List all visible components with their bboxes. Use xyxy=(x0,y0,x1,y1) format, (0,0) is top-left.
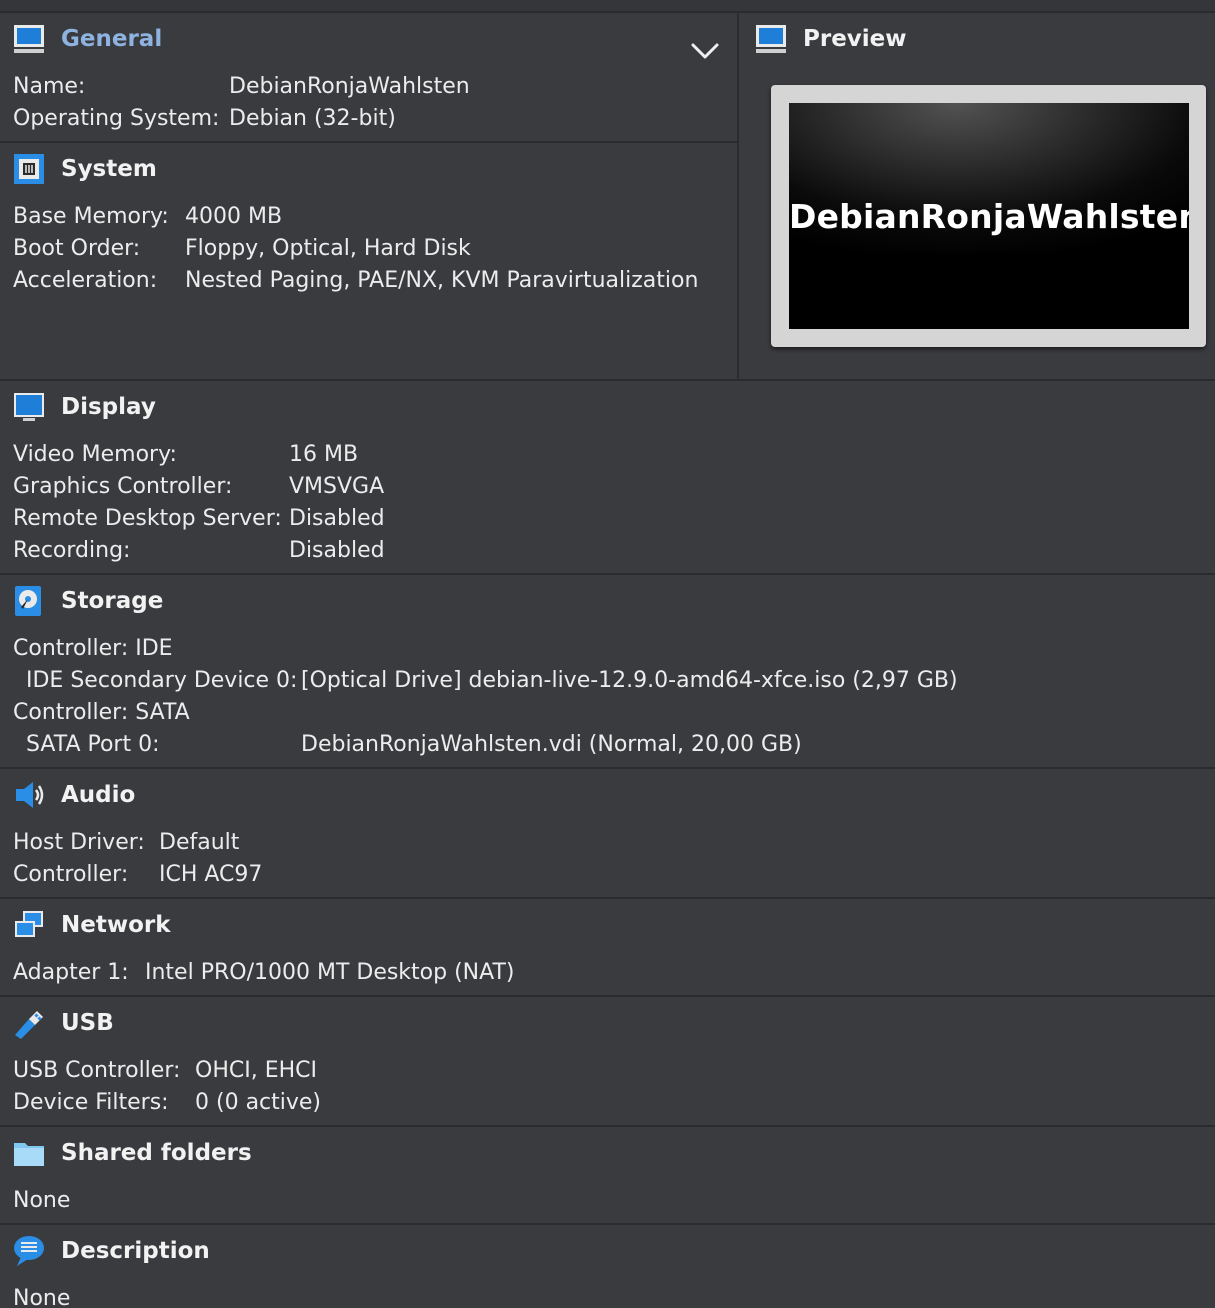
host-driver-label: Host Driver: xyxy=(13,830,145,855)
remote-desktop-value: Disabled xyxy=(289,506,385,531)
general-title: General xyxy=(61,26,163,52)
top-border xyxy=(0,0,1215,13)
display-title: Display xyxy=(61,394,156,420)
usb-controller-value: OHCI, EHCI xyxy=(195,1058,317,1083)
boot-order-value: Floppy, Optical, Hard Disk xyxy=(185,236,471,261)
name-label: Name: xyxy=(13,74,86,99)
audio-header[interactable]: Audio xyxy=(13,779,135,811)
sata-port-label: SATA Port 0: xyxy=(26,732,160,757)
controller-sata-label: Controller: SATA xyxy=(13,700,190,725)
sata-port-value: DebianRonjaWahlsten.vdi (Normal, 20,00 G… xyxy=(301,732,802,757)
general-section: General Name: DebianRonjaWahlsten Operat… xyxy=(0,13,737,143)
device-filters-label: Device Filters: xyxy=(13,1090,169,1115)
network-section: Network Adapter 1: Intel PRO/1000 MT Des… xyxy=(0,899,1215,997)
hard-disk-icon xyxy=(13,585,45,617)
speaker-icon xyxy=(13,779,45,811)
vm-details-pane: General Name: DebianRonjaWahlsten Operat… xyxy=(0,0,1215,1308)
folder-icon xyxy=(13,1137,45,1169)
video-memory-label: Video Memory: xyxy=(13,442,177,467)
display-header[interactable]: Display xyxy=(13,391,156,423)
preview-thumbnail[interactable]: DebianRonjaWahlsten xyxy=(771,85,1206,347)
usb-section: USB USB Controller: OHCI, EHCI Device Fi… xyxy=(0,997,1215,1127)
ide-device-label: IDE Secondary Device 0: xyxy=(26,668,298,693)
adapter-value: Intel PRO/1000 MT Desktop (NAT) xyxy=(145,960,515,985)
storage-title: Storage xyxy=(61,588,164,614)
speech-bubble-icon xyxy=(13,1235,45,1267)
base-memory-label: Base Memory: xyxy=(13,204,169,229)
storage-header[interactable]: Storage xyxy=(13,585,163,617)
preview-header[interactable]: Preview xyxy=(755,23,907,55)
video-memory-value: 16 MB xyxy=(289,442,359,467)
display-icon xyxy=(13,391,45,423)
description-title: Description xyxy=(61,1238,210,1264)
network-header[interactable]: Network xyxy=(13,909,171,941)
audio-controller-value: ICH AC97 xyxy=(159,862,263,887)
base-memory-value: 4000 MB xyxy=(185,204,283,229)
graphics-controller-value: VMSVGA xyxy=(289,474,385,499)
recording-label: Recording: xyxy=(13,538,131,563)
remote-desktop-label: Remote Desktop Server: xyxy=(13,506,282,531)
chip-icon xyxy=(13,153,45,185)
shared-folders-header[interactable]: Shared folders xyxy=(13,1137,252,1169)
monitor-icon xyxy=(13,23,45,55)
network-icon xyxy=(13,909,45,941)
acceleration-value: Nested Paging, PAE/NX, KVM Paravirtualiz… xyxy=(185,268,699,293)
storage-section: Storage Controller: IDE IDE Secondary De… xyxy=(0,575,1215,769)
os-label: Operating System: xyxy=(13,106,220,131)
ide-device-value: [Optical Drive] debian-live-12.9.0-amd64… xyxy=(301,668,958,693)
usb-title: USB xyxy=(61,1010,114,1036)
system-section: System Base Memory: 4000 MB Boot Order: … xyxy=(0,143,737,381)
usb-header[interactable]: USB xyxy=(13,1007,114,1039)
preview-title: Preview xyxy=(803,26,907,52)
general-header[interactable]: General xyxy=(13,23,162,55)
system-header[interactable]: System xyxy=(13,153,157,185)
display-section: Display Video Memory: 16 MB Graphics Con… xyxy=(0,381,1215,575)
acceleration-label: Acceleration: xyxy=(13,268,158,293)
description-value: None xyxy=(13,1286,71,1308)
usb-icon xyxy=(13,1007,45,1039)
os-value: Debian (32-bit) xyxy=(229,106,396,131)
preview-screen: DebianRonjaWahlsten xyxy=(789,103,1189,329)
chevron-down-icon[interactable] xyxy=(690,39,720,63)
audio-controller-label: Controller: xyxy=(13,862,129,887)
controller-ide-label: Controller: IDE xyxy=(13,636,173,661)
preview-vm-name: DebianRonjaWahlsten xyxy=(789,197,1189,236)
audio-section: Audio Host Driver: Default Controller: I… xyxy=(0,769,1215,899)
shared-folders-section: Shared folders None xyxy=(0,1127,1215,1225)
boot-order-label: Boot Order: xyxy=(13,236,141,261)
usb-controller-label: USB Controller: xyxy=(13,1058,181,1083)
device-filters-value: 0 (0 active) xyxy=(195,1090,322,1115)
audio-title: Audio xyxy=(61,782,136,808)
shared-folders-title: Shared folders xyxy=(61,1140,252,1166)
network-title: Network xyxy=(61,912,171,938)
shared-folders-value: None xyxy=(13,1188,71,1213)
host-driver-value: Default xyxy=(159,830,240,855)
system-title: System xyxy=(61,156,157,182)
name-value: DebianRonjaWahlsten xyxy=(229,74,470,99)
description-section: Description None xyxy=(0,1225,1215,1308)
description-header[interactable]: Description xyxy=(13,1235,210,1267)
graphics-controller-label: Graphics Controller: xyxy=(13,474,233,499)
recording-value: Disabled xyxy=(289,538,385,563)
monitor-icon xyxy=(755,23,787,55)
adapter-label: Adapter 1: xyxy=(13,960,129,985)
